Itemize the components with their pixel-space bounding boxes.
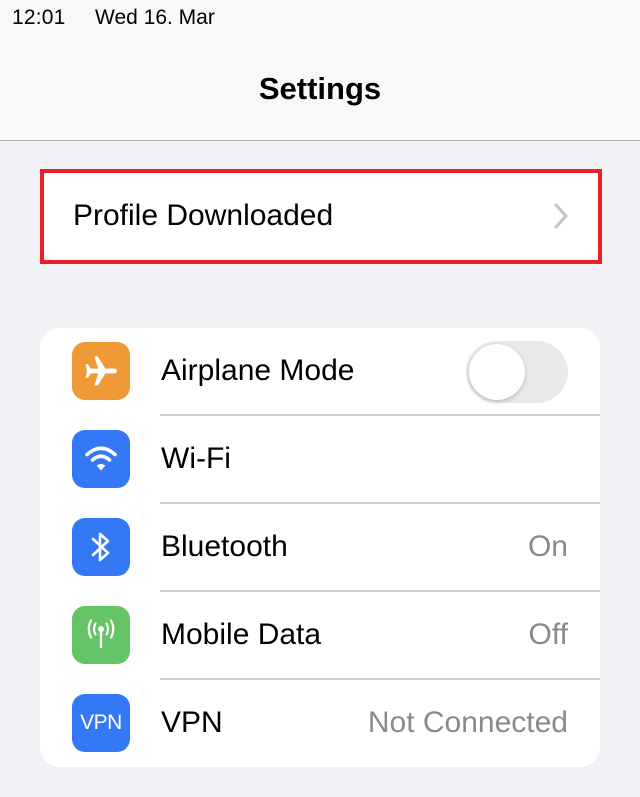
toggle-knob (469, 344, 525, 400)
wifi-icon (72, 430, 130, 488)
bluetooth-value: On (527, 530, 568, 563)
profile-downloaded-label: Profile Downloaded (73, 199, 334, 232)
vpn-icon-text: VPN (80, 711, 122, 734)
settings-group: Airplane Mode Wi-Fi Bluetooth On Mobile … (40, 328, 600, 767)
airplane-icon (72, 342, 130, 400)
settings-row-bluetooth[interactable]: Bluetooth On (40, 504, 600, 592)
chevron-right-icon (554, 203, 568, 229)
bluetooth-icon (72, 518, 130, 576)
settings-row-wifi[interactable]: Wi-Fi (40, 416, 600, 504)
profile-highlight-box: Profile Downloaded (40, 169, 602, 264)
settings-row-airplane-mode[interactable]: Airplane Mode (40, 328, 600, 416)
settings-row-vpn[interactable]: VPN VPN Not Connected (40, 680, 600, 767)
bluetooth-label: Bluetooth (161, 530, 288, 563)
settings-row-mobile-data[interactable]: Mobile Data Off (40, 592, 600, 680)
navigation-header: 12:01 Wed 16. Mar Settings (0, 0, 640, 141)
page-title: Settings (258, 71, 382, 106)
vpn-label: VPN (161, 706, 223, 739)
mobile-data-label: Mobile Data (161, 618, 322, 651)
mobile-data-value: Off (528, 618, 568, 651)
airplane-mode-label: Airplane Mode (161, 354, 355, 387)
status-date: Wed 16. Mar (95, 6, 215, 29)
vpn-value: Not Connected (367, 706, 568, 739)
antenna-icon (72, 606, 130, 664)
vpn-icon: VPN (72, 694, 130, 752)
profile-downloaded-row[interactable]: Profile Downloaded (44, 173, 598, 260)
wifi-label: Wi-Fi (161, 442, 231, 475)
status-time: 12:01 (12, 6, 66, 29)
airplane-mode-toggle[interactable] (466, 341, 568, 403)
